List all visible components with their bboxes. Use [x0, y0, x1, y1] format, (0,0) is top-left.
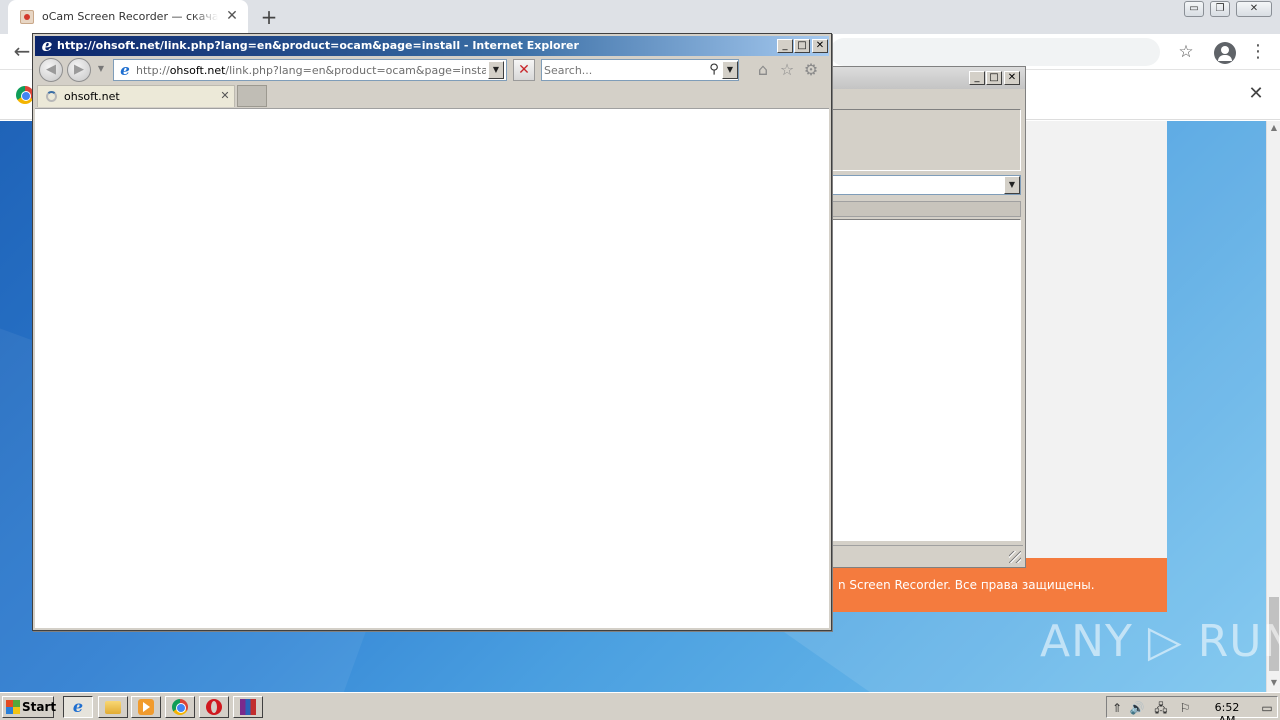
taskbar-winrar-button[interactable]: [233, 696, 263, 718]
ie-window-title: http://ohsoft.net/link.php?lang=en&produ…: [57, 39, 579, 52]
taskbar-explorer-button[interactable]: [98, 696, 128, 718]
taskbar: Start e ⇑ 🔊 🖧 ⚐ 6:52 AM ▭: [0, 692, 1280, 720]
taskbar-opera-button[interactable]: [199, 696, 229, 718]
ie-maximize-button[interactable]: □: [794, 39, 810, 53]
chrome-page-scrollbar[interactable]: ▲ ▼: [1266, 121, 1280, 692]
system-tray: ⇑ 🔊 🖧 ⚐ 6:52 AM ▭: [1106, 696, 1278, 720]
network-icon[interactable]: 🖧: [1153, 700, 1169, 716]
winrar-icon: [240, 699, 256, 715]
ie-address-url[interactable]: http://ohsoft.net/link.php?lang=en&produ…: [136, 64, 486, 77]
chrome-tab-title: oCam Screen Recorder — скачать б: [42, 10, 218, 23]
search-icon[interactable]: ⚲: [706, 61, 722, 79]
chrome-back-icon[interactable]: ←: [10, 40, 34, 64]
action-center-flag-icon[interactable]: ⚐: [1177, 700, 1193, 716]
show-desktop-icon[interactable]: ▭: [1259, 700, 1275, 716]
chrome-icon: [172, 699, 188, 715]
ie-new-tab-button[interactable]: [237, 85, 267, 107]
chrome-tab-strip: oCam Screen Recorder — скачать б ✕ + ▭ ❐…: [0, 0, 1280, 34]
ie-page-content[interactable]: [35, 108, 829, 628]
ie-tab-ohsoft[interactable]: ohsoft.net ✕: [37, 85, 235, 107]
ie-tab-bar: ohsoft.net ✕: [35, 84, 829, 108]
ie-tab-label: ohsoft.net: [64, 90, 120, 103]
chrome-omnibox[interactable]: [830, 38, 1160, 66]
ie-back-button[interactable]: ◀: [39, 58, 63, 82]
resize-grip-icon[interactable]: [1009, 551, 1021, 563]
taskbar-media-player-button[interactable]: [131, 696, 161, 718]
ie-search-dropdown-icon[interactable]: ▼: [722, 61, 738, 79]
installer-maximize-button[interactable]: □: [986, 71, 1002, 85]
home-icon[interactable]: ⌂: [753, 60, 773, 80]
loading-spinner-icon: [46, 91, 57, 102]
chrome-tab-ocam[interactable]: oCam Screen Recorder — скачать б ✕: [8, 0, 248, 34]
ie-titlebar[interactable]: e http://ohsoft.net/link.php?lang=en&pro…: [35, 36, 829, 56]
ie-logo-icon: e: [41, 36, 53, 56]
ie-search-input[interactable]: [544, 62, 704, 78]
ie-icon: e: [72, 697, 84, 716]
windows-logo-icon: [6, 700, 20, 714]
ie-window: e http://ohsoft.net/link.php?lang=en&pro…: [32, 33, 832, 631]
start-button[interactable]: Start: [2, 696, 57, 718]
ie-navigation-bar: ◀ ▶ ▼ e http://ohsoft.net/link.php?lang=…: [35, 56, 829, 84]
anyrun-watermark: ANY ▷ RUN: [1040, 616, 1280, 667]
ie-history-dropdown-icon[interactable]: ▼: [95, 63, 107, 75]
chrome-infobar-close-icon[interactable]: ✕: [1246, 84, 1266, 104]
ie-close-button[interactable]: ✕: [812, 39, 828, 53]
ie-forward-button[interactable]: ▶: [67, 58, 91, 82]
chrome-new-tab-button[interactable]: +: [258, 6, 280, 28]
ie-address-dropdown-icon[interactable]: ▼: [488, 61, 504, 79]
tray-clock[interactable]: 6:52 AM: [1207, 701, 1247, 720]
installer-minimize-button[interactable]: _: [969, 71, 985, 85]
favorites-star-icon[interactable]: ☆: [777, 60, 797, 80]
chrome-minimize-button[interactable]: ▭: [1184, 1, 1204, 17]
ie-search-box[interactable]: ⚲ ▼: [541, 59, 739, 81]
media-player-icon: [138, 699, 154, 715]
page-footer-copyright: n Screen Recorder. Все права защищены.: [838, 578, 1095, 592]
volume-icon[interactable]: 🔊: [1129, 700, 1145, 716]
ie-page-icon: e: [120, 61, 130, 79]
ie-address-bar[interactable]: e http://ohsoft.net/link.php?lang=en&pro…: [113, 59, 507, 81]
chrome-profile-avatar-icon[interactable]: [1214, 42, 1236, 64]
opera-icon: [206, 699, 222, 715]
ie-minimize-button[interactable]: _: [777, 39, 793, 53]
chrome-menu-icon[interactable]: ⋮: [1248, 40, 1268, 64]
taskbar-chrome-button[interactable]: [165, 696, 195, 718]
chrome-bookmark-star-icon[interactable]: ☆: [1174, 40, 1198, 64]
chrome-tab-close-icon[interactable]: ✕: [224, 8, 240, 24]
installer-close-button[interactable]: ✕: [1004, 71, 1020, 85]
scroll-up-arrow-icon[interactable]: ▲: [1269, 123, 1279, 133]
scroll-down-arrow-icon[interactable]: ▼: [1269, 678, 1279, 688]
chevron-down-icon[interactable]: ▼: [1004, 176, 1020, 194]
gear-icon[interactable]: ⚙: [801, 60, 821, 80]
chrome-maximize-button[interactable]: ❐: [1210, 1, 1230, 17]
tray-expand-icon[interactable]: ⇑: [1109, 700, 1125, 716]
taskbar-ie-button[interactable]: e: [63, 696, 93, 718]
ocam-favicon-icon: [20, 10, 34, 24]
ie-tab-close-icon[interactable]: ✕: [218, 89, 232, 103]
ie-stop-button[interactable]: ✕: [513, 59, 535, 81]
start-label: Start: [22, 700, 57, 714]
chrome-close-button[interactable]: ✕: [1236, 1, 1272, 17]
folder-icon: [105, 701, 121, 714]
